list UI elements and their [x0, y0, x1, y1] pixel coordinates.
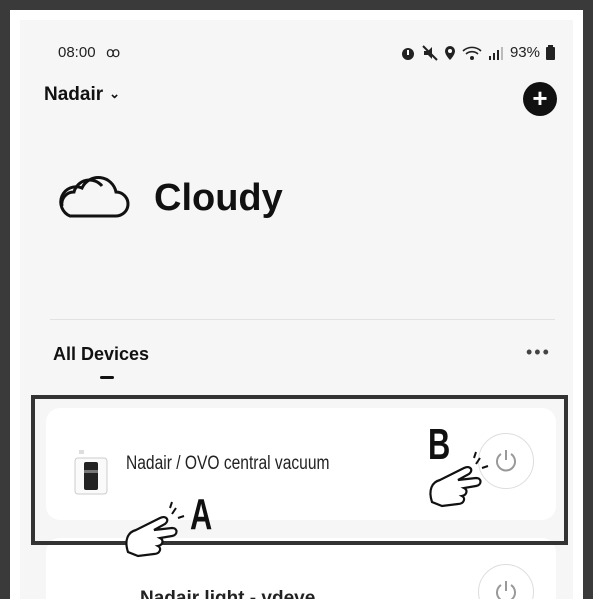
chevron-down-icon: ⌄ — [109, 86, 121, 101]
plus-icon: + — [532, 83, 548, 113]
tap-hand-icon — [125, 501, 185, 558]
status-icons: 93% — [400, 44, 555, 61]
home-name: Nadair — [44, 84, 104, 105]
device-name: Nadair light - vdeve — [140, 588, 316, 599]
signal-icon — [488, 46, 503, 60]
home-selector[interactable]: Nadair ⌄ — [44, 84, 120, 106]
weather-condition: Cloudy — [154, 176, 283, 219]
alarm-icon — [401, 47, 414, 60]
cloud-icon — [59, 176, 130, 218]
power-icon — [496, 581, 516, 599]
voicemail-icon: ꝏ — [106, 44, 121, 60]
location-icon — [444, 45, 455, 60]
more-options-icon[interactable]: ••• — [526, 342, 551, 363]
wifi-icon — [462, 46, 482, 60]
tab-indicator — [100, 376, 114, 379]
status-time: 08:00 — [58, 44, 96, 61]
tab-all-devices[interactable]: All Devices — [53, 344, 149, 365]
battery-icon — [546, 45, 555, 60]
add-device-button[interactable]: + — [523, 82, 557, 116]
power-button[interactable] — [478, 564, 534, 599]
divider — [50, 319, 555, 320]
battery-percent: 93% — [509, 44, 540, 61]
app-screen: 08:00 ꝏ 93% Nadair ⌄ + Cloudy All Devices… — [20, 20, 573, 599]
mute-icon — [422, 44, 438, 61]
weather-widget: Cloudy — [52, 170, 283, 226]
status-bar: 08:00 ꝏ 93% — [20, 20, 573, 70]
annotation-label-a: A — [190, 490, 213, 539]
annotation-label-b: B — [428, 420, 451, 469]
